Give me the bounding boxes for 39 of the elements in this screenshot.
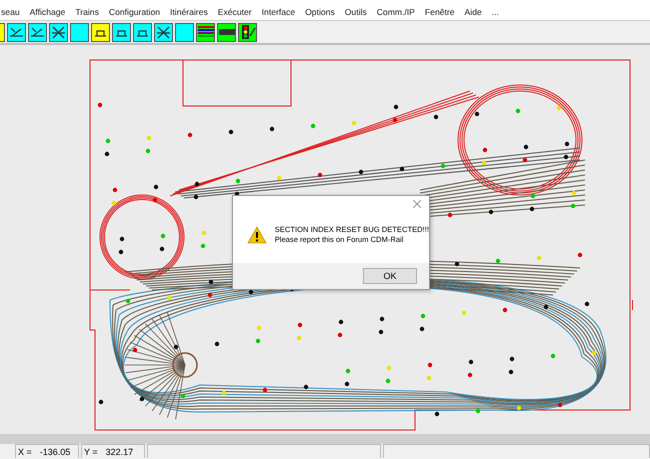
signal-light-icon [240, 24, 256, 40]
ruler-icon [218, 29, 234, 35]
menu-item[interactable]: ... [486, 7, 504, 20]
toolbar-button[interactable] [49, 22, 68, 42]
toolbar-button[interactable] [91, 22, 110, 42]
cross-icon [156, 24, 171, 40]
menu-item[interactable]: seau [0, 7, 25, 20]
x-coordinate: -136.05 [40, 446, 70, 456]
close-icon[interactable] [413, 200, 421, 208]
toolbar-button[interactable] [196, 22, 215, 42]
ok-button[interactable]: OK [363, 268, 417, 284]
toolbar-button[interactable] [154, 22, 173, 42]
menu-item[interactable]: Configuration [104, 7, 166, 20]
menu-item[interactable]: Trains [70, 7, 104, 20]
menu-item[interactable]: Aide [460, 7, 487, 20]
cross-icon [51, 24, 66, 40]
y-label: Y = [84, 446, 98, 456]
rails-icon [198, 26, 214, 38]
menu-item[interactable]: Comm./IP [372, 7, 420, 20]
x-label: X = [18, 446, 32, 456]
toolbar-button[interactable] [112, 22, 131, 42]
menu-item[interactable]: Exécuter [212, 7, 257, 20]
toolbar-button[interactable] [70, 22, 89, 42]
menu-item[interactable]: Interface [256, 7, 300, 20]
menu-item[interactable]: Fenêtre [420, 7, 460, 20]
toolbar-button[interactable] [217, 22, 236, 42]
toolbar-button[interactable] [28, 22, 47, 42]
toolbar-button[interactable] [7, 22, 26, 42]
y-coordinate: 322.17 [106, 446, 134, 456]
toolbar-button[interactable] [238, 22, 257, 42]
menu-item[interactable]: Itinéraires [165, 7, 213, 20]
track-switch-icon [9, 26, 24, 38]
toolbar-button[interactable] [175, 22, 194, 42]
menu-item[interactable]: Options [300, 7, 340, 20]
menu-item[interactable]: Outils [340, 7, 372, 20]
menu-item[interactable]: Affichage [24, 7, 70, 20]
toolbar-button[interactable] [133, 22, 152, 42]
track-switch-icon [30, 26, 45, 38]
warning-icon [247, 226, 267, 244]
